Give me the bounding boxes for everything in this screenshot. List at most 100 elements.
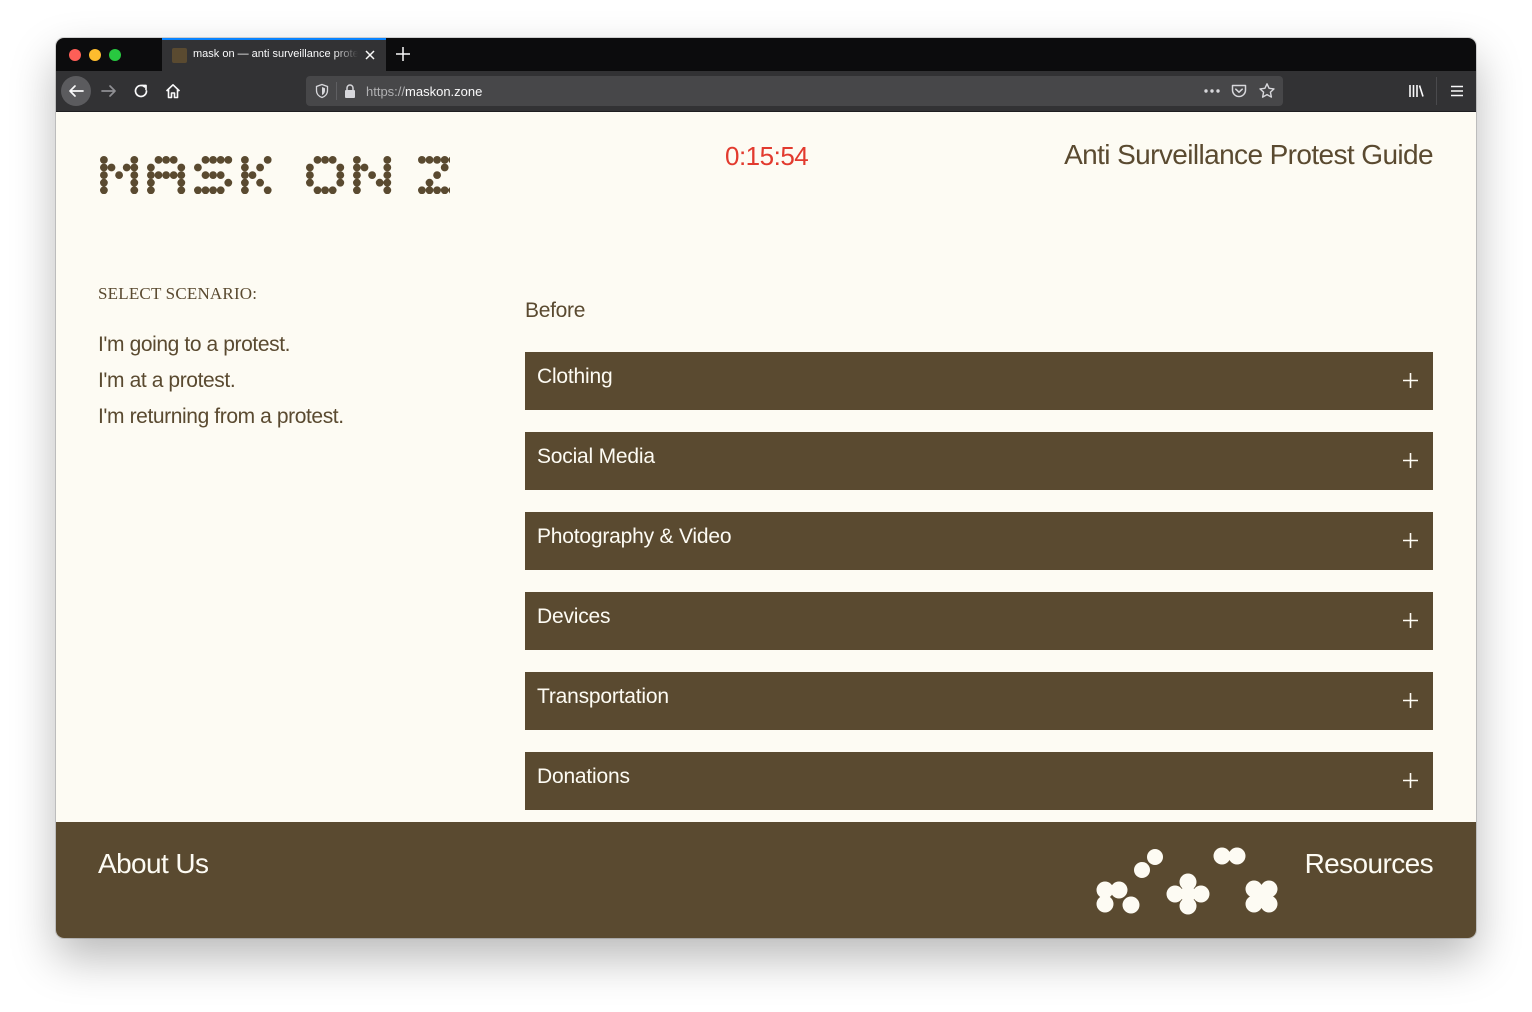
logo-dot [353,171,361,179]
logo-dot [107,163,116,172]
logo-dot [306,178,314,187]
browser-tab-active[interactable]: mask on — anti surveillance protest guid… [162,38,386,71]
logo-dot [162,171,170,179]
logo-dot [256,163,264,172]
maximize-window-button[interactable] [109,49,121,61]
logo-dot [336,171,345,179]
lock-icon[interactable] [343,83,357,99]
scenario-at-link[interactable]: I'm at a protest. [98,366,344,402]
site-logo[interactable] [98,154,450,194]
accordion-item-devices[interactable]: Devices [525,592,1433,650]
pocket-icon[interactable] [1230,82,1248,100]
logo-dot [177,178,186,187]
plus-icon [1403,373,1418,388]
library-icon[interactable] [1406,81,1426,101]
logo-dot [100,178,108,187]
logo-dot [425,186,434,194]
scenario-returning-link[interactable]: I'm returning from a protest. [98,402,344,438]
logo-dot [375,178,384,187]
more-actions-icon[interactable] [1202,82,1222,100]
bookmark-star-icon[interactable] [1258,82,1276,100]
reload-icon [134,84,148,98]
accordion-item-photography-video[interactable]: Photography & Video [525,512,1433,570]
minimize-window-button[interactable] [89,49,101,61]
logo-dot [321,186,329,194]
back-arrow-icon [69,85,84,97]
logo-dot [130,186,139,194]
logo-dot [154,156,163,164]
logo-dot [130,178,139,187]
logo-dot [336,163,345,172]
tab-strip: mask on — anti surveillance protest guid… [56,38,1476,71]
address-bar[interactable]: https://maskon.zone [306,76,1283,106]
logo-dot [194,163,202,172]
logo-dot [100,163,108,172]
plus-icon [1403,533,1418,548]
logo-dot [383,156,392,164]
reload-button[interactable] [126,76,156,106]
toolbar-separator [1436,77,1437,105]
accordion-item-clothing[interactable]: Clothing [525,352,1433,410]
logo-dot [353,163,361,172]
accordion-item-transportation[interactable]: Transportation [525,672,1433,730]
logo-dot [130,156,139,164]
logo-dot [216,171,225,179]
hamburger-menu-icon[interactable] [1447,81,1467,101]
logo-dot [147,163,155,172]
logo-dot [115,171,123,179]
forward-arrow-icon [101,85,116,97]
topic-accordion: Clothing Social Media Photography & Vide… [525,352,1433,832]
home-icon [165,84,181,99]
accordion-label: Social Media [537,445,655,468]
about-us-link[interactable]: About Us [98,848,209,880]
plus-icon [1403,693,1418,708]
home-button[interactable] [158,76,188,106]
logo-dot [177,171,186,179]
logo-dot [216,156,225,164]
logo-dot [209,186,217,194]
logo-dot [328,156,337,164]
logo-dot [241,178,249,187]
logo-dot [130,171,139,179]
close-window-button[interactable] [69,49,81,61]
logo-dot [100,171,108,179]
logo-dot [418,156,426,164]
logo-dot [440,186,449,194]
countdown-timer: 0:15:54 [725,141,809,171]
logo-dot [224,156,233,164]
resources-link[interactable]: Resources [1305,848,1434,880]
url-text[interactable]: https://maskon.zone [366,84,482,99]
back-button[interactable] [61,76,91,106]
logo-dot [241,186,249,194]
accordion-item-social-media[interactable]: Social Media [525,432,1433,490]
plus-icon [1403,773,1418,788]
forward-button[interactable] [94,76,124,106]
shield-icon[interactable] [314,83,330,99]
logo-dot [321,156,329,164]
logo-dot [216,186,225,194]
page-content: 0:15:54 Anti Surveillance Protest Guide … [56,112,1476,938]
url-scheme: https:// [366,84,406,99]
logo-dot [433,156,441,164]
logo-dot [313,156,322,164]
logo-dot [169,171,178,179]
logo-dot [263,186,272,194]
logo-dot [201,186,210,194]
logo-dot [169,156,178,164]
scenario-heading: SELECT SCENARIO: [98,284,258,303]
logo-dot [177,186,186,194]
scenario-going-link[interactable]: I'm going to a protest. [98,330,344,366]
logo-dot [353,186,361,194]
accordion-item-donations[interactable]: Donations [525,752,1433,810]
logo-dot [448,187,450,194]
logo-dot [241,156,249,164]
scenario-list: I'm going to a protest. I'm at a protest… [98,330,344,438]
accordion-label: Devices [537,605,611,628]
close-tab-icon[interactable] [362,47,378,63]
logo-dot [353,178,361,187]
new-tab-icon[interactable] [393,44,413,64]
logo-dot [418,186,426,194]
accordion-label: Donations [537,765,630,788]
logo-dot [383,163,392,172]
logo-dot [100,186,108,194]
